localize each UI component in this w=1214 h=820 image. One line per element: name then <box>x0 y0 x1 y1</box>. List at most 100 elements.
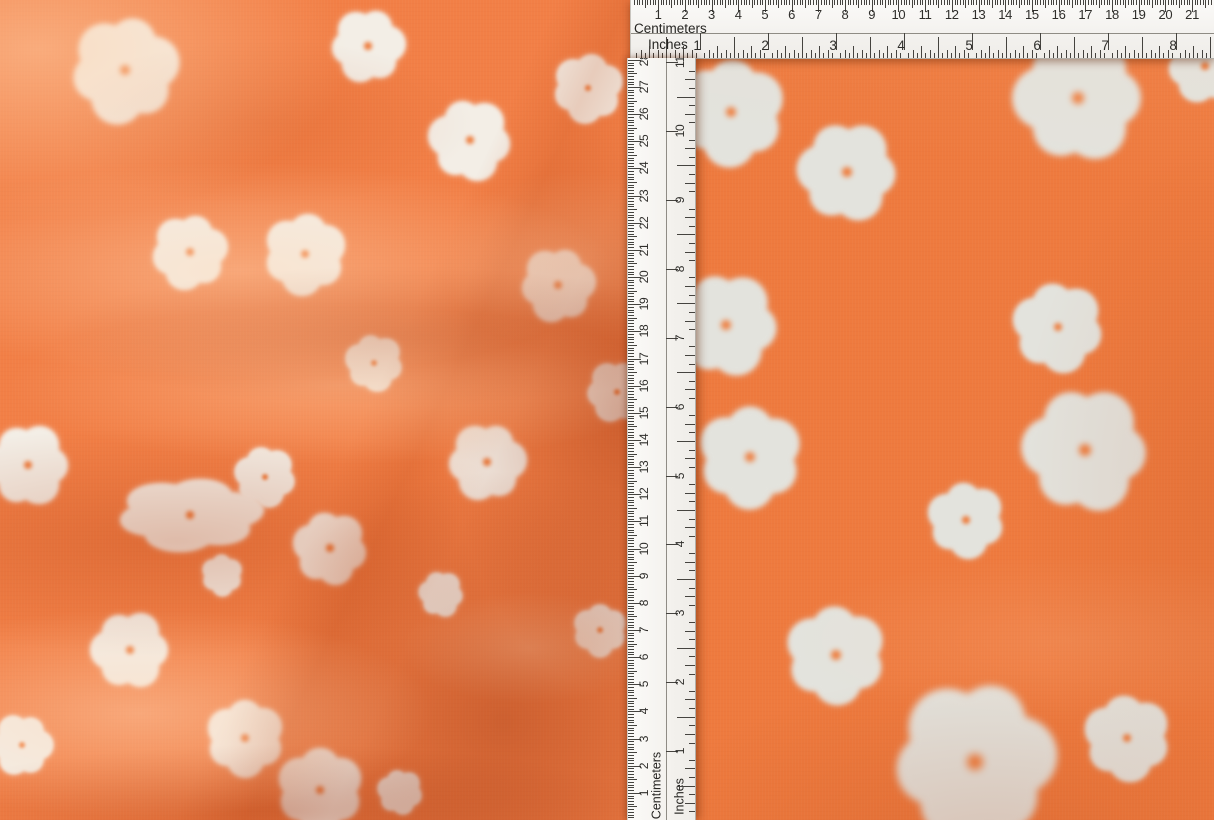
cm-number: 5 <box>638 674 650 694</box>
cm-tick <box>1019 0 1020 8</box>
cm-tick <box>628 614 634 615</box>
cm-tick <box>842 0 843 5</box>
flower-center-dot <box>241 734 249 742</box>
inch-tick <box>683 46 684 58</box>
cm-tick <box>1171 0 1172 5</box>
cm-tick <box>628 668 634 669</box>
cm-tick <box>1203 0 1204 5</box>
cm-tick <box>628 334 634 335</box>
cm-tick <box>628 611 634 612</box>
cm-tick <box>987 0 988 5</box>
cm-tick <box>947 0 948 5</box>
cm-tick <box>989 0 990 5</box>
inch-tick <box>666 37 667 58</box>
cm-tick <box>628 410 634 411</box>
cm-tick <box>628 703 634 704</box>
inch-tick <box>689 622 695 623</box>
flower-print-layer <box>0 0 1214 820</box>
inch-tick <box>689 346 695 347</box>
cm-tick <box>1083 0 1084 5</box>
cm-tick <box>628 139 634 140</box>
inch-tick <box>689 811 695 812</box>
cm-tick <box>1045 0 1046 8</box>
inch-tick <box>845 50 846 58</box>
cm-tick <box>628 540 634 541</box>
cm-tick <box>628 364 634 365</box>
cm-tick <box>663 0 664 5</box>
inch-number: 8 <box>1163 39 1183 52</box>
flower-center-dot <box>466 136 474 144</box>
cm-tick <box>628 120 634 121</box>
inch-tick <box>1193 46 1194 58</box>
cm-tick <box>628 234 634 235</box>
cm-tick <box>628 111 634 112</box>
flower-print <box>207 700 283 776</box>
cm-number: 10 <box>638 539 650 559</box>
cm-tick <box>1205 0 1206 8</box>
cm-tick <box>628 190 634 191</box>
cm-tick <box>904 0 905 5</box>
inch-tick <box>993 53 994 58</box>
cm-tick <box>1141 0 1142 5</box>
cm-number: 14 <box>638 430 650 450</box>
cm-tick <box>1136 0 1137 5</box>
inch-tick <box>1121 53 1122 58</box>
inch-tick <box>1002 53 1003 58</box>
cm-tick <box>628 212 634 213</box>
inch-tick <box>938 37 939 58</box>
flower-print <box>0 425 68 505</box>
cm-number: 16 <box>638 376 650 396</box>
cm-tick <box>628 231 634 232</box>
cm-tick <box>901 0 902 5</box>
inch-tick <box>685 699 695 700</box>
cm-tick <box>628 798 634 799</box>
fabric-product-photo: Centimeters Inches 123456789101112131415… <box>0 0 1214 820</box>
cm-tick <box>628 804 634 805</box>
flower-center-dot <box>745 452 755 462</box>
cm-tick <box>628 429 634 430</box>
horizontal-ruler-inch-label: Inches <box>648 37 688 52</box>
inch-tick <box>689 415 695 416</box>
cm-tick <box>628 73 637 74</box>
cm-tick <box>762 0 763 5</box>
inch-tick <box>951 53 952 58</box>
cm-tick <box>628 535 637 536</box>
cm-tick <box>628 790 634 791</box>
inch-tick <box>866 53 867 58</box>
cm-tick <box>1053 0 1054 5</box>
cm-tick <box>995 0 996 5</box>
inch-tick <box>685 424 695 425</box>
cm-tick <box>628 671 637 672</box>
cm-tick <box>858 0 859 8</box>
cm-tick <box>628 63 634 64</box>
inch-tick <box>685 665 695 666</box>
inch-tick <box>959 53 960 58</box>
inch-tick <box>998 50 999 58</box>
cm-tick <box>628 573 634 574</box>
inch-tick <box>806 53 807 58</box>
cm-tick <box>1149 0 1150 5</box>
cm-tick <box>628 600 634 601</box>
cm-tick <box>634 0 635 5</box>
cm-tick <box>789 0 790 5</box>
inch-tick <box>649 46 650 58</box>
cm-tick <box>976 0 977 5</box>
flower-center-dot <box>1079 444 1091 456</box>
cm-tick <box>628 720 634 721</box>
flower-print <box>1014 283 1102 371</box>
cm-tick <box>628 673 634 674</box>
cm-tick <box>1080 0 1081 5</box>
flower-print <box>202 555 242 595</box>
cm-tick <box>1163 0 1164 5</box>
inch-tick <box>1163 53 1164 58</box>
cm-tick <box>628 532 634 533</box>
cm-tick <box>733 0 734 5</box>
cm-tick <box>628 103 634 104</box>
inch-tick <box>677 234 695 235</box>
cm-tick <box>628 616 637 617</box>
cm-tick <box>628 736 634 737</box>
cm-tick <box>628 244 634 245</box>
cm-tick <box>628 217 634 218</box>
inch-tick <box>677 372 695 373</box>
flower-print <box>378 770 422 814</box>
